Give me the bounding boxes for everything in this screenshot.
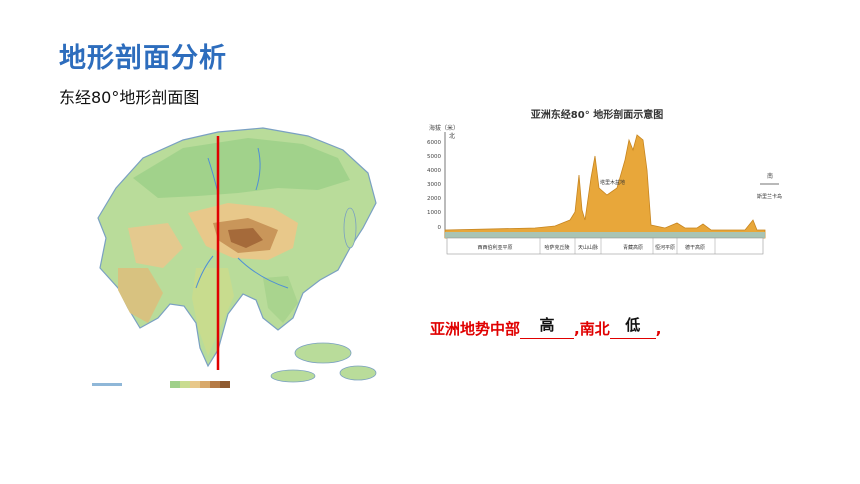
answer-blank-2[interactable]: 低 <box>609 316 656 339</box>
question-end: , <box>655 320 662 338</box>
profile-chart-title: 亚洲东经80° 地形剖面示意图 <box>531 108 663 121</box>
region-label: 恒河平原 <box>655 244 675 251</box>
region-label: 哈萨克丘陵 <box>544 244 569 251</box>
region-label: 青藏高原 <box>623 244 643 251</box>
right-end-label: 斯里兰卡岛 <box>757 193 782 200</box>
y-tick-4000: 4000 <box>427 168 441 174</box>
answer-2: 低 <box>625 316 641 334</box>
region-label: 西西伯利亚平原 <box>477 244 512 251</box>
y-tick-0: 0 <box>438 225 442 231</box>
profile-south-tag: 南 <box>767 172 773 180</box>
profile-y-axis-title: 海拔（米） <box>429 124 459 132</box>
terrain-profile-figure: 亚洲东经80° 地形剖面示意图 海拔（米） 北 6000 5000 4000 3… <box>385 80 805 258</box>
question-part1: 亚洲地势中部 <box>430 320 521 338</box>
answer-1: 高 <box>539 316 555 334</box>
basin-label: 塔里木盆地 <box>600 179 625 186</box>
y-tick-6000: 6000 <box>427 140 441 146</box>
asia-topographic-map <box>88 118 388 398</box>
y-tick-2000: 2000 <box>427 196 441 202</box>
slide-title: 地形剖面分析 <box>59 43 227 74</box>
answer-blank-1[interactable]: 高 <box>520 316 575 339</box>
y-tick-5000: 5000 <box>427 154 441 160</box>
region-label: 德干高原 <box>685 244 705 251</box>
y-tick-3000: 3000 <box>427 182 441 188</box>
map-elevation-legend <box>92 376 242 390</box>
question-part2: ,南北 <box>574 320 610 338</box>
fill-in-question: 亚洲地势中部高 ,南北低, <box>430 316 662 339</box>
y-tick-1000: 1000 <box>427 210 441 216</box>
profile-north-tag: 北 <box>449 132 455 140</box>
region-label: 天山山脉 <box>578 244 598 251</box>
map-subtitle: 东经80°地形剖面图 <box>59 88 200 107</box>
